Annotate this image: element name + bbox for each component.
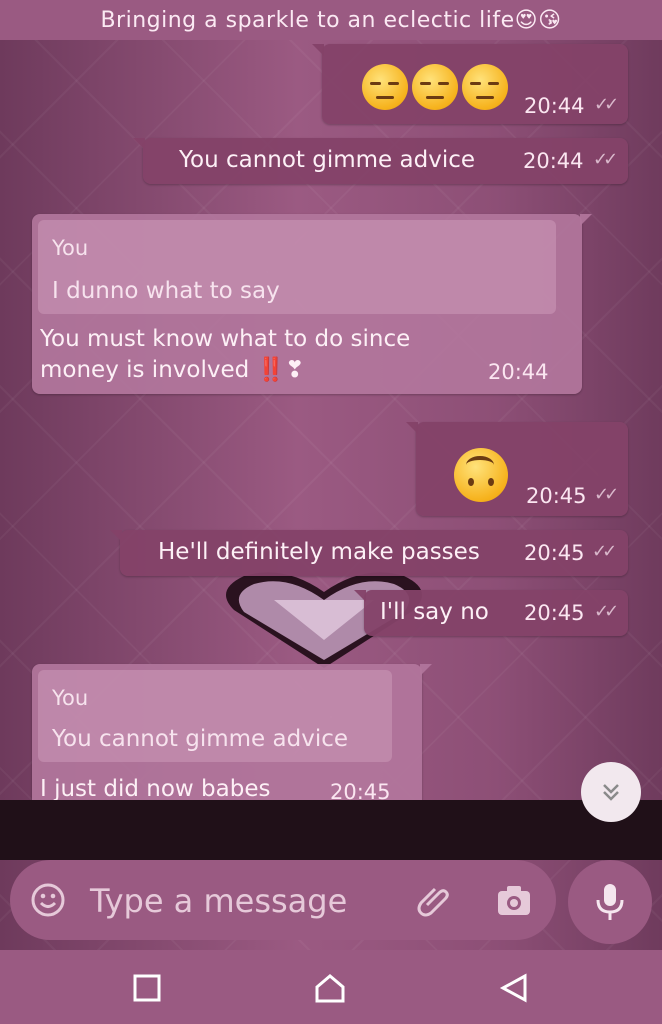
home-button[interactable] (310, 968, 350, 1008)
scroll-to-bottom-button[interactable] (581, 762, 641, 822)
quote-text: I dunno what to say (52, 278, 280, 304)
read-ticks-icon: ✓✓ (594, 484, 619, 505)
quoted-message[interactable]: You You cannot gimme advice (38, 670, 392, 762)
message-bubble-reply[interactable]: You I dunno what to say You must know wh… (32, 214, 592, 394)
message-bubble[interactable]: He'll definitely make passes 20:45 ✓✓ (110, 530, 628, 576)
wallpaper-trim (0, 800, 662, 860)
read-ticks-icon: ✓✓ (594, 94, 619, 115)
double-chevron-down-icon (603, 784, 619, 801)
status-text: Bringing a sparkle to an eclectic life😍😘 (100, 7, 562, 33)
home-icon (315, 974, 345, 1003)
message-time: 20:45 (526, 484, 587, 508)
message-text: You cannot gimme advice (179, 147, 476, 173)
message-time: 20:45 (524, 601, 585, 625)
message-text: I just did now babes (40, 776, 271, 802)
read-ticks-icon: ✓✓ (593, 149, 618, 170)
system-nav-bar (0, 950, 662, 1024)
message-bubble[interactable]: 20:45 ✓✓ (406, 422, 628, 516)
voice-record-button[interactable] (568, 860, 652, 944)
quoted-message[interactable]: You I dunno what to say (38, 220, 556, 314)
microphone-icon (596, 884, 624, 920)
emoji-upside-down-icon (454, 448, 508, 502)
read-ticks-icon: ✓✓ (592, 541, 617, 562)
square-icon (133, 974, 161, 1002)
read-ticks-icon: ✓✓ (594, 601, 619, 622)
triangle-back-icon (499, 973, 527, 1003)
paperclip-icon (417, 887, 449, 917)
emoji-unamused-icon (362, 64, 508, 112)
message-composer: Type a message (10, 860, 556, 940)
emoji-icon (31, 883, 65, 917)
attach-button[interactable] (414, 880, 454, 920)
quote-author: You (52, 236, 89, 260)
message-text-line1: You must know what to do since (40, 326, 411, 352)
message-bubble[interactable]: 20:44 ✓✓ (312, 44, 628, 124)
chat-screen: Bringing a sparkle to an eclectic life😍😘… (0, 0, 662, 1024)
message-time: 20:44 (524, 94, 585, 118)
message-input[interactable]: Type a message (90, 882, 347, 920)
message-text-line2: money is involved ‼️❣ (40, 357, 305, 383)
message-time: 20:44 (523, 149, 584, 173)
quote-author: You (52, 686, 89, 710)
emoji-button[interactable] (28, 880, 68, 920)
message-time: 20:44 (488, 360, 549, 384)
chat-status-banner: Bringing a sparkle to an eclectic life😍😘 (0, 0, 662, 40)
quote-text: You cannot gimme advice (52, 726, 349, 752)
message-text: I'll say no (380, 599, 489, 625)
message-time: 20:45 (524, 541, 585, 565)
recents-button[interactable] (127, 968, 167, 1008)
message-bubble-reply[interactable]: You You cannot gimme advice I just did n… (32, 664, 432, 812)
message-bubble[interactable]: You cannot gimme advice 20:44 ✓✓ (133, 138, 628, 184)
camera-button[interactable] (494, 880, 534, 920)
message-text: He'll definitely make passes (158, 539, 480, 565)
camera-icon (498, 886, 530, 915)
message-bubble[interactable]: I'll say no 20:45 ✓✓ (354, 590, 628, 636)
back-button[interactable] (494, 968, 534, 1008)
